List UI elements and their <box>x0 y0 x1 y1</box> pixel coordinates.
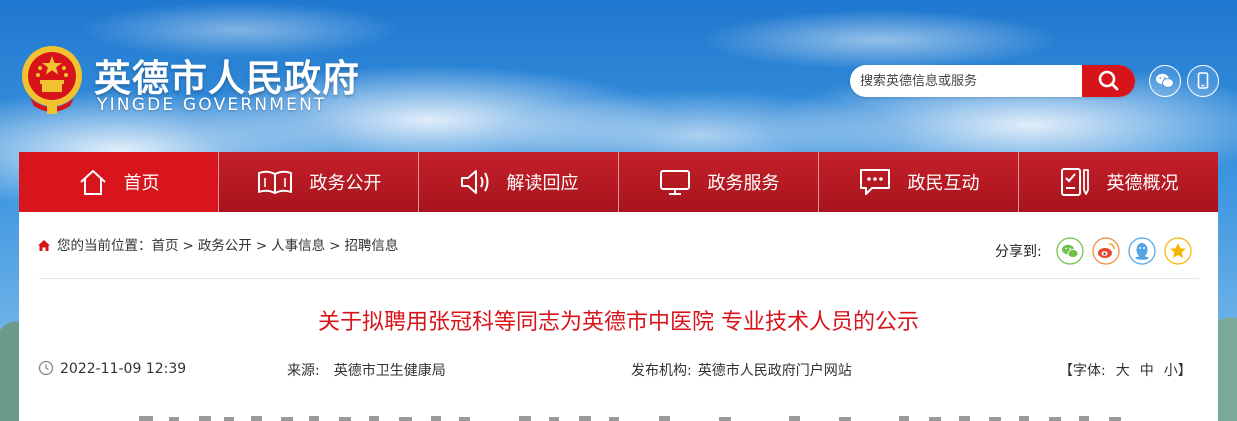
wechat-share-icon[interactable] <box>1056 237 1084 265</box>
search-button[interactable] <box>1082 65 1135 97</box>
breadcrumb-separator: > <box>329 238 341 254</box>
qq-share-icon[interactable] <box>1128 237 1156 265</box>
date-text: 2022-11-09 12:39 <box>60 361 187 377</box>
font-size-large[interactable]: 大 <box>1116 363 1130 379</box>
wechat-icon <box>1156 73 1174 88</box>
clock-icon <box>38 360 54 376</box>
breadcrumb-link-affairs[interactable]: 政务公开 <box>198 238 252 254</box>
book-icon <box>257 170 292 194</box>
nav-item-label: 解读回应 <box>506 173 579 194</box>
search-icon <box>1098 70 1119 91</box>
article-publisher: 发布机构: 英德市人民政府门户网站 <box>631 360 852 380</box>
publisher-label: 发布机构: <box>631 363 692 379</box>
nav-item-label: 政务服务 <box>707 173 780 194</box>
breadcrumb: 您的当前位置：首页 > 政务公开 > 人事信息 > 招聘信息 <box>37 234 398 254</box>
share-label: 分享到: <box>995 244 1042 260</box>
article-date: 2022-11-09 12:39 <box>38 360 186 377</box>
search-box <box>850 65 1135 97</box>
nav-item-government-affairs[interactable]: 政务公开 <box>219 152 419 212</box>
home-small-icon <box>38 240 50 251</box>
font-size-medium[interactable]: 中 <box>1140 363 1154 379</box>
breadcrumb-separator: > <box>182 238 194 254</box>
checklist-icon <box>1060 168 1089 196</box>
chat-icon <box>859 169 890 195</box>
source-value: 英德市卫生健康局 <box>333 363 446 379</box>
publisher-value: 英德市人民政府门户网站 <box>697 363 852 379</box>
nav-item-home[interactable]: 首页 <box>19 152 219 212</box>
divider <box>39 278 1199 279</box>
nav-item-label: 政务公开 <box>309 173 382 194</box>
monitor-icon <box>659 170 690 195</box>
breadcrumb-link-recruitment[interactable]: 招聘信息 <box>344 238 398 254</box>
font-size-control: 【字体: 大中小】 <box>1059 360 1192 380</box>
content-panel: 您的当前位置：首页>政务公开>人事信息>招聘信息 分享到: 关于拟聘 <box>19 212 1218 421</box>
nav-item-interpretation[interactable]: 解读回应 <box>419 152 619 212</box>
speaker-icon <box>460 170 488 194</box>
breadcrumb-link-personnel[interactable]: 人事信息 <box>271 238 325 254</box>
nav-item-label: 首页 <box>123 173 160 194</box>
font-size-close: 】 <box>1177 363 1192 379</box>
search-input[interactable] <box>850 65 1090 97</box>
source-label: 来源: <box>287 363 320 379</box>
site-title[interactable]: 英德市人民政府 <box>94 48 360 102</box>
breadcrumb-separator: > <box>255 238 268 254</box>
article-title: 关于拟聘用张冠科等同志为英德市中医院 专业技术人员的公示 <box>318 310 919 335</box>
breadcrumb-prefix: 您的当前位置： <box>57 238 152 254</box>
font-size-label: 【字体: <box>1059 363 1106 379</box>
home-icon <box>79 170 106 195</box>
mobile-icon <box>1197 72 1209 89</box>
main-nav: 首页 政务公开 解读回应 政务服务 政民互动 英德概况 <box>19 152 1218 212</box>
nav-item-overview[interactable]: 英德概况 <box>1019 152 1218 212</box>
mobile-button[interactable] <box>1187 65 1219 97</box>
nav-item-label: 政民互动 <box>907 173 980 194</box>
nav-item-services[interactable]: 政务服务 <box>619 152 819 212</box>
site-title-en[interactable]: YINGDE GOVERNMENT <box>97 95 327 115</box>
nav-item-label: 英德概况 <box>1106 173 1179 194</box>
article-body-cutoff <box>139 416 1121 421</box>
weibo-share-icon[interactable] <box>1092 237 1120 265</box>
article-source: 来源: 英德市卫生健康局 <box>287 360 446 380</box>
breadcrumb-link-home[interactable]: 首页 <box>152 238 179 254</box>
share-bar: 分享到: <box>995 237 1200 265</box>
nav-item-interaction[interactable]: 政民互动 <box>819 152 1019 212</box>
national-emblem-logo[interactable] <box>20 44 84 116</box>
favorite-share-icon[interactable] <box>1164 237 1192 265</box>
font-size-small[interactable]: 小 <box>1164 363 1178 379</box>
wechat-button[interactable] <box>1149 65 1181 97</box>
